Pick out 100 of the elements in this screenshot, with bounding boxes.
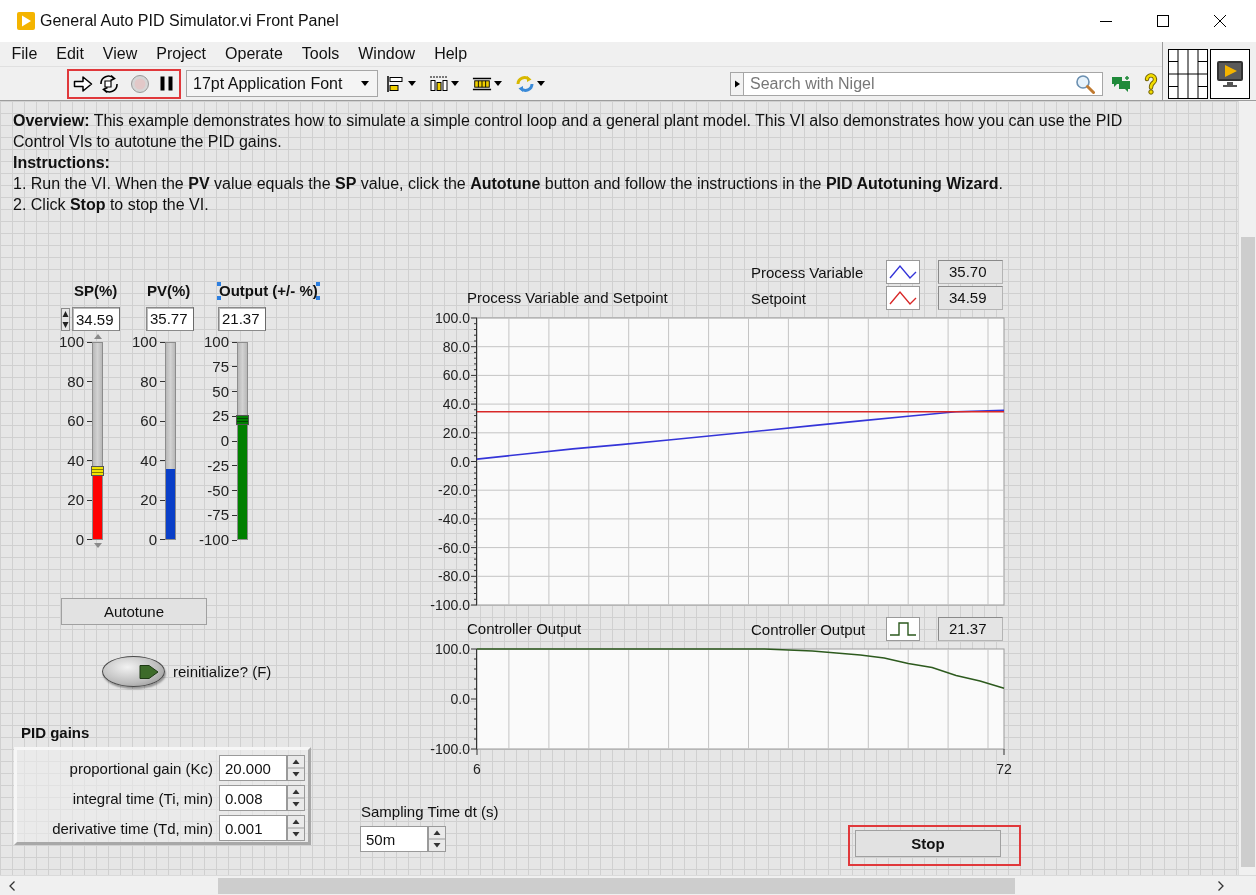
numeric-field[interactable]: 0.001 (219, 815, 287, 841)
axis-tick-label: -100.0 (430, 597, 470, 612)
slider-label: Output (+/- %) (217, 282, 320, 300)
search-field[interactable]: Search with Nigel (744, 71, 1103, 96)
caret-down-icon (494, 81, 502, 86)
scrollbar-thumb[interactable] (1240, 237, 1255, 867)
indicator-light-icon (138, 662, 160, 681)
scale-label: -100 (198, 532, 237, 548)
spin-arrows-icon[interactable] (287, 785, 305, 811)
numeric-field[interactable]: 0.008 (219, 785, 287, 811)
axis-tick-label: 100.0 (434, 310, 470, 326)
slider-thumb[interactable] (91, 466, 104, 477)
axis-tick-label: 20.0 (442, 424, 470, 441)
close-icon (1213, 15, 1226, 27)
axis-tick-label: 60.0 (442, 367, 470, 384)
menu-item[interactable]: Window (348, 43, 425, 65)
legend-label: Setpoint (751, 289, 808, 307)
legend-label: Process Variable (751, 263, 865, 281)
axis-tick-label: -80.0 (438, 568, 470, 585)
scrollbar-thumb[interactable] (218, 877, 1015, 894)
font-dropdown[interactable]: 17pt Application Font (186, 70, 378, 97)
scale-label: 100 (58, 334, 92, 350)
axis-tick-label: 100.0 (434, 641, 470, 657)
axis-tick-label: -60.0 (438, 539, 470, 556)
field-label: proportional gain (Kc) (68, 759, 214, 777)
axis-tick-label: -20.0 (438, 482, 470, 499)
menu-item[interactable]: Tools (292, 43, 349, 65)
readout-display: 21.37 (938, 617, 1003, 641)
triangle-down-icon[interactable] (93, 543, 102, 548)
monitor-icon[interactable] (1210, 49, 1250, 99)
spin-arrows-icon[interactable] (61, 307, 70, 331)
caret-down-icon (361, 81, 369, 86)
square-pulse-icon[interactable] (886, 617, 920, 641)
caret-down-icon (537, 81, 545, 86)
instructions-heading: Instructions: (13, 153, 111, 173)
cluster-title: PID gains (21, 723, 91, 743)
menu-item[interactable]: Operate (215, 43, 293, 65)
search-icon[interactable] (1075, 73, 1095, 94)
spin-arrows-icon[interactable] (287, 755, 305, 781)
field-label: derivative time (Td, min) (51, 819, 214, 837)
autotune-button[interactable]: Autotune (61, 598, 207, 625)
help-icon[interactable] (1144, 72, 1158, 95)
toggle-switch[interactable] (102, 656, 165, 687)
legend-label: Controller Output (751, 620, 867, 638)
overview-text: Overview: This example demonstrates how to simulate a simple control loop and a general plant model. This VI also demonstrates how you can use the PID Control VIs to autotune the PID gains. (13, 111, 1124, 152)
caret-down-icon (408, 81, 416, 86)
numeric-field[interactable]: 34.59 (72, 307, 120, 331)
cycle-arrows-icon (515, 74, 535, 93)
spin-arrows-icon[interactable] (428, 826, 446, 852)
axis-tick-label: 0.0 (450, 453, 470, 470)
run-arrow-icon[interactable] (73, 74, 93, 93)
slider-label: SP(%) (73, 282, 119, 300)
align-bars-icon (386, 74, 406, 93)
numeric-field[interactable]: 50m (360, 826, 428, 852)
slider-thumb[interactable] (236, 415, 249, 426)
axis-tick-label: 72 (996, 761, 1012, 777)
menu-item[interactable]: Edit (46, 43, 94, 65)
axis-tick-label: 40.0 (442, 396, 470, 413)
axis-tick-label: -100.0 (430, 741, 470, 757)
pause-icon[interactable] (160, 76, 173, 91)
slider-label: PV(%) (146, 282, 192, 300)
instruction-step: 2. Click Stop to stop the VI. (13, 194, 1163, 215)
axis-tick-label: -40.0 (438, 510, 470, 527)
chart-title: Controller Output (467, 620, 582, 638)
menu-item[interactable]: View (93, 43, 147, 65)
scale-label: 100 (131, 334, 165, 350)
triangle-up-icon[interactable] (93, 334, 102, 339)
axis-tick-label: 80.0 (442, 338, 470, 355)
axis-tick-label: 0.0 (450, 691, 470, 707)
vertical-scrollbar[interactable] (1238, 101, 1256, 875)
distribute-bars-icon (429, 74, 449, 93)
menu-item[interactable]: Project (146, 43, 216, 65)
spin-arrows-icon[interactable] (287, 815, 305, 841)
caret-down-icon (451, 81, 459, 86)
menu-item[interactable]: File (2, 43, 47, 65)
triangle-right-icon[interactable] (730, 71, 744, 96)
field-label: Sampling Time dt (s) (361, 803, 499, 821)
chart-title: Process Variable and Setpoint (467, 289, 668, 307)
axis-tick-label: 6 (473, 761, 481, 777)
connector-grid-icon[interactable] (1168, 49, 1208, 99)
readout-display: 35.70 (938, 260, 1003, 284)
readout-display: 34.59 (938, 286, 1003, 310)
chat-bubbles-icon[interactable] (1111, 74, 1131, 93)
scale-label: 100 (203, 334, 237, 350)
horizontal-scrollbar[interactable] (0, 875, 1256, 895)
minimize-icon (1099, 20, 1112, 22)
stop-button[interactable]: Stop (855, 830, 1001, 857)
play-logo-icon (17, 12, 35, 30)
maximize-icon (1156, 15, 1169, 27)
menu-item[interactable]: Help (424, 43, 477, 65)
circular-arrows-icon[interactable] (98, 73, 120, 94)
window-title: General Auto PID Simulator.vi Front Panel (40, 12, 339, 30)
numeric-field[interactable]: 20.000 (219, 755, 287, 781)
chevron-right-icon[interactable] (1218, 880, 1224, 891)
field-label: integral time (Ti, min) (71, 789, 214, 807)
scale-label: 0 (220, 433, 237, 449)
switch-label: reinitialize? (F) (173, 663, 272, 680)
instruction-step: 1. Run the VI. When the PV value equals the SP value, click the Autotune button and follow the instructions in the PID Autotuning Wizard. (13, 173, 1163, 194)
chevron-left-icon[interactable] (9, 880, 15, 891)
numeric-indicator: 35.77 (146, 307, 194, 331)
